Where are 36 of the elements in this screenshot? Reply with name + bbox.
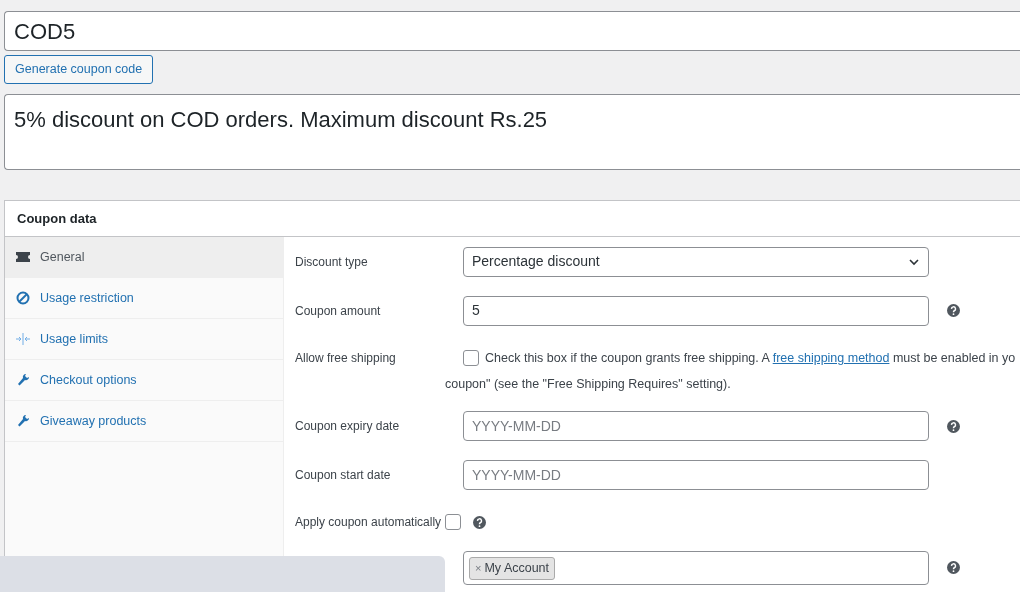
limits-icon: [15, 331, 31, 347]
field-label: Allow free shipping: [295, 350, 397, 368]
field-label: Coupon expiry date: [295, 418, 401, 435]
help-icon[interactable]: [473, 515, 486, 529]
input-field[interactable]: YYYY-MM-DD: [463, 411, 929, 441]
tab[interactable]: Giveaway products: [5, 401, 283, 442]
prohibited-icon: [15, 290, 31, 306]
generate-coupon-button[interactable]: Generate coupon code: [4, 55, 154, 84]
tag-label: My Account: [484, 559, 550, 577]
checkbox-description: coupon" (see the "Free Shipping Requires" setting).: [445, 375, 732, 393]
tab[interactable]: Checkout options: [5, 360, 283, 401]
tab[interactable]: Usage limits: [5, 319, 283, 360]
field-label: Apply coupon automatically: [295, 514, 443, 531]
help-icon[interactable]: [947, 304, 960, 317]
tags-field[interactable]: × My Account: [463, 550, 929, 585]
checkbox-description: Check this box if the coupon grants free shipping. A free shipping method must be enabled in yo: [485, 350, 1016, 367]
remove-tag-button[interactable]: ×: [475, 559, 482, 577]
wrench-icon: [15, 372, 31, 388]
discount-type-select[interactable]: Percentage discount: [463, 246, 929, 277]
tab[interactable]: Usage restriction: [5, 278, 283, 319]
checkbox[interactable]: [463, 350, 479, 367]
field-label: Coupon start date: [295, 467, 392, 484]
description-field[interactable]: 5% discount on COD orders. Maximum discount Rs.25: [4, 94, 1020, 170]
free-shipping-link[interactable]: free shipping method: [772, 351, 890, 365]
tab[interactable]: General: [5, 237, 283, 278]
input-field[interactable]: YYYY-MM-DD: [463, 460, 929, 490]
coupon-code-field[interactable]: COD5: [4, 11, 1020, 51]
help-icon[interactable]: [947, 419, 960, 433]
ticket-icon: [15, 249, 31, 265]
field-label: Discount type: [295, 253, 369, 271]
checkbox[interactable]: [445, 514, 461, 530]
field-label: Coupon amount: [295, 302, 382, 320]
wrench-icon: [15, 413, 31, 429]
panel-title: Coupon data: [17, 209, 97, 228]
help-icon[interactable]: [947, 561, 960, 574]
input-field[interactable]: 5: [463, 295, 929, 326]
